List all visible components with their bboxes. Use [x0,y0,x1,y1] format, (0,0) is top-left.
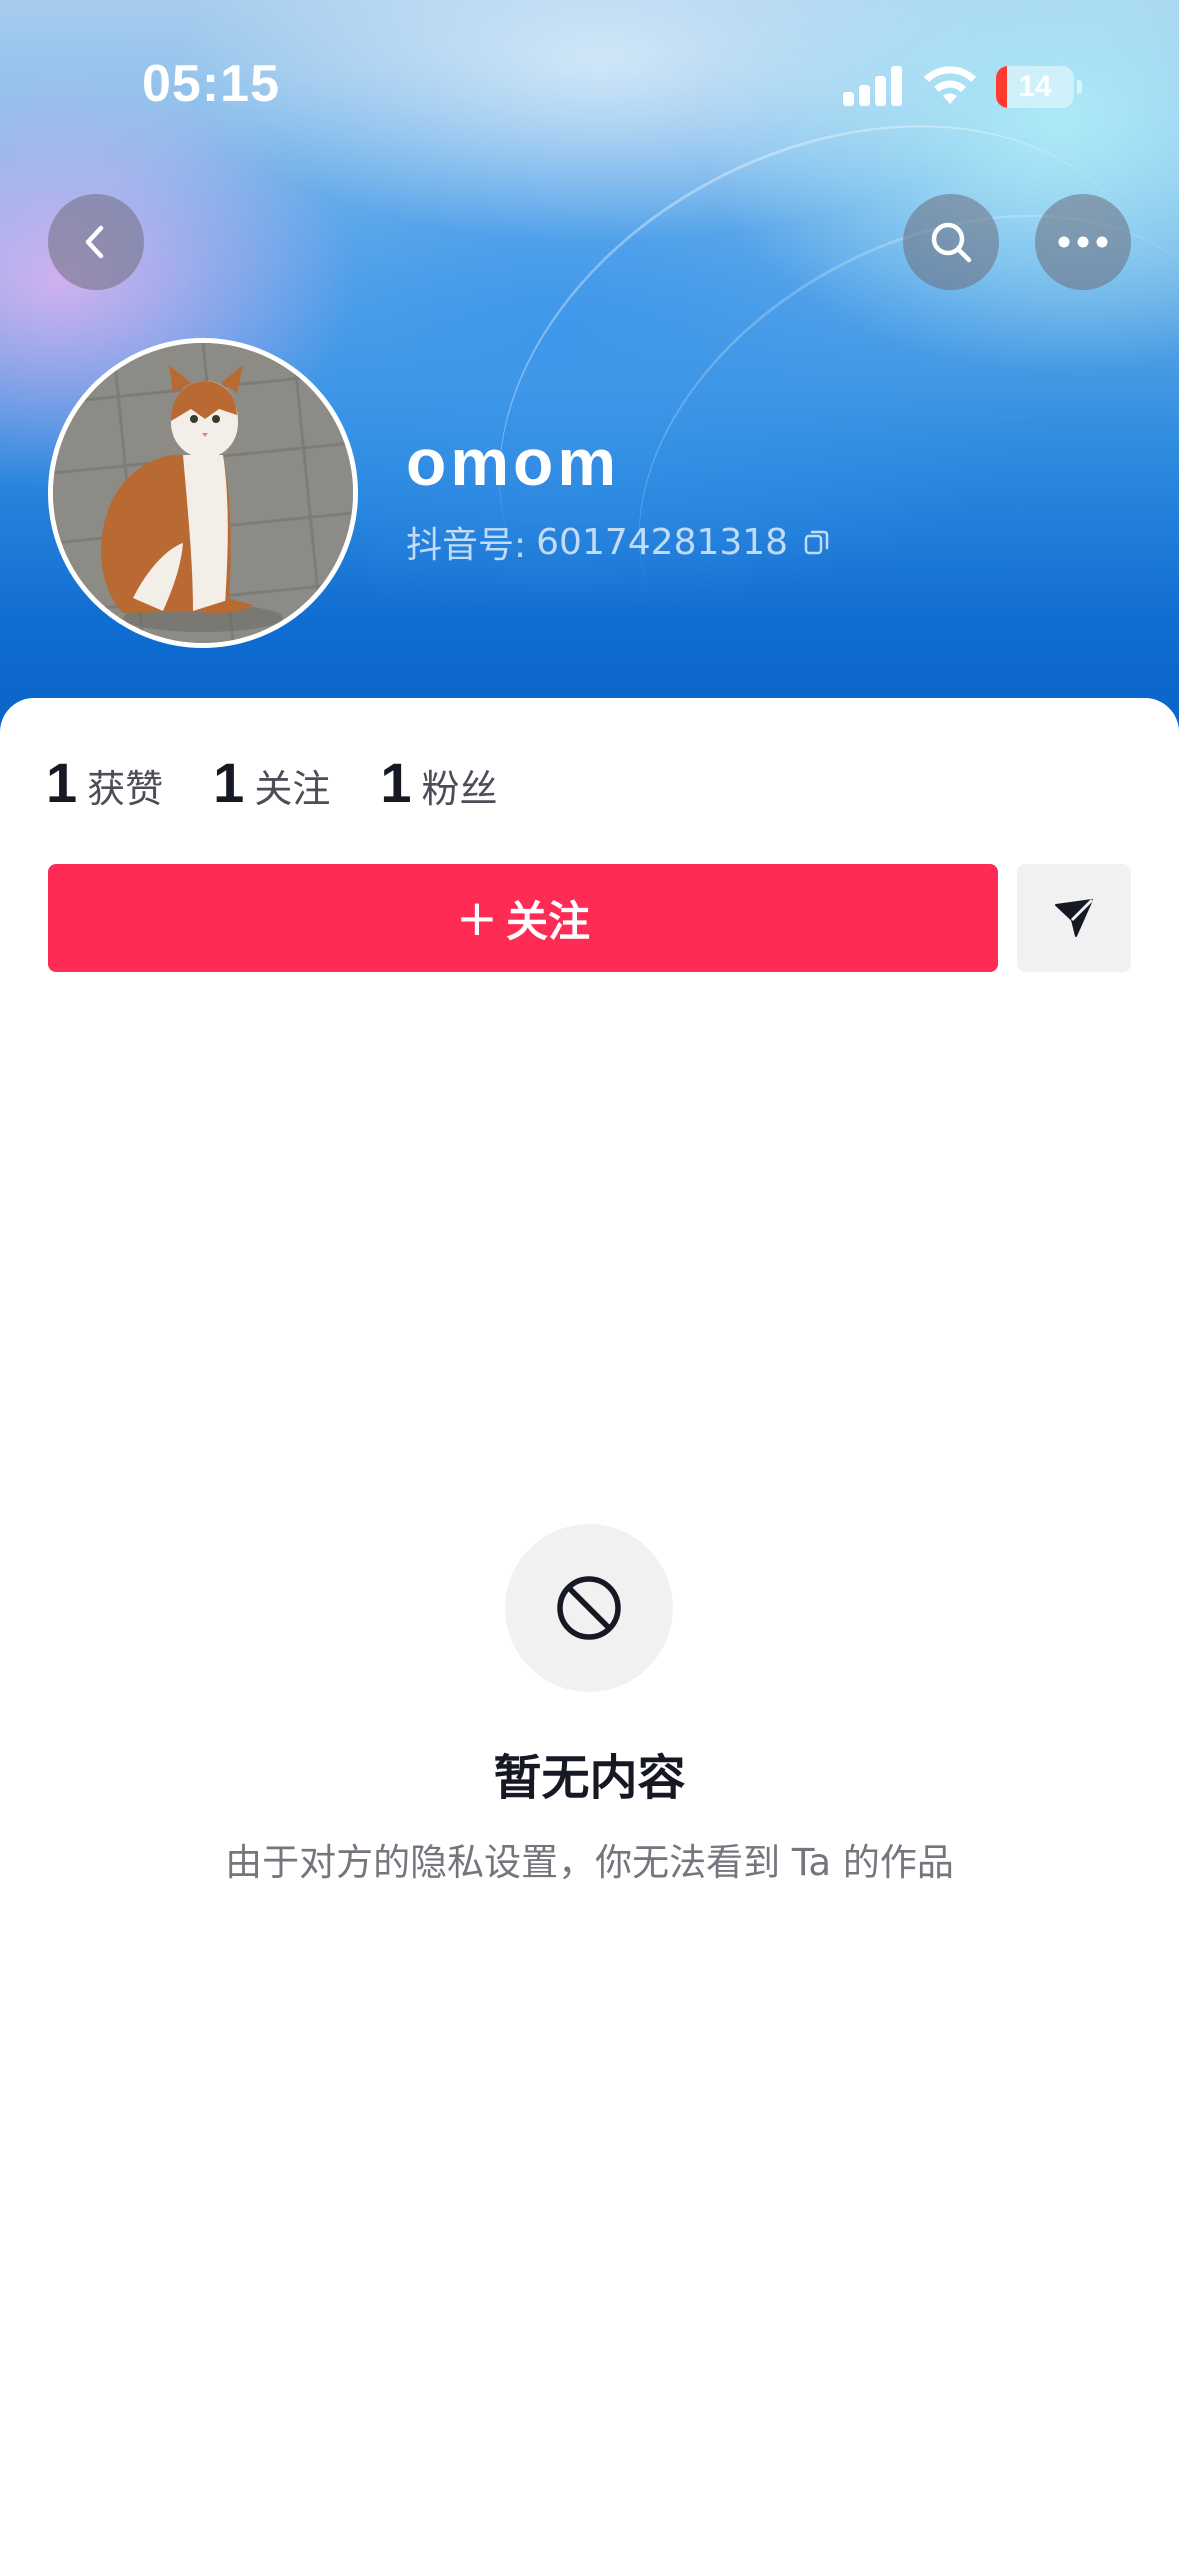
avatar[interactable] [48,338,358,648]
profile-screen: 05:15 14 omom 抖音号: 60174281318 1 获赞 1 关注… [0,0,1179,2556]
copy-icon[interactable] [802,527,832,557]
search-button[interactable] [903,194,999,290]
stat-label: 获赞 [87,767,164,811]
send-message-button[interactable] [1017,864,1131,972]
empty-state-title: 暂无内容 [493,1750,686,1806]
battery-indicator: 14 [996,66,1074,108]
more-horizontal-icon [1058,236,1108,248]
battery-level-text: 14 [1018,70,1052,103]
stat-count: 1 [380,751,412,814]
douyin-id: 抖音号: 60174281318 [406,516,832,568]
back-button[interactable] [48,194,144,290]
signal-icon [843,66,905,106]
cat-photo [53,343,353,643]
wifi-icon [924,66,976,104]
search-icon [931,222,972,263]
more-button[interactable] [1035,194,1131,290]
battery-nub [1077,80,1082,94]
follow-button-label: 关注 [505,896,590,946]
block-icon [557,1576,621,1640]
chevron-left-icon [85,225,104,259]
profile-nickname: omom [406,425,620,499]
profile-header-background: 05:15 14 omom 抖音号: 60174281318 [0,0,1179,740]
stat-count: 1 [46,751,78,814]
stat-count: 1 [213,751,245,814]
stat-followers[interactable]: 1 粉丝 [380,750,497,815]
profile-content-card: 1 获赞 1 关注 1 粉丝 + 关注 暂无内容 由于对方的隐私设置，你无法看到… [0,698,1179,2556]
status-time: 05:15 [142,55,280,113]
plus-icon: + [456,889,498,947]
stat-label: 粉丝 [421,767,498,811]
follow-button[interactable]: + 关注 [48,864,998,972]
stat-label: 关注 [254,767,331,811]
douyin-id-label: 抖音号: [406,525,527,566]
stat-following[interactable]: 1 关注 [213,750,330,815]
send-icon [1055,898,1094,937]
profile-stats: 1 获赞 1 关注 1 粉丝 [46,750,548,815]
douyin-id-value: 60174281318 [536,521,789,563]
stat-likes[interactable]: 1 获赞 [46,750,163,815]
empty-state-description: 由于对方的隐私设置，你无法看到 Ta 的作品 [225,1841,954,1884]
empty-state-icon-container [505,1524,673,1692]
